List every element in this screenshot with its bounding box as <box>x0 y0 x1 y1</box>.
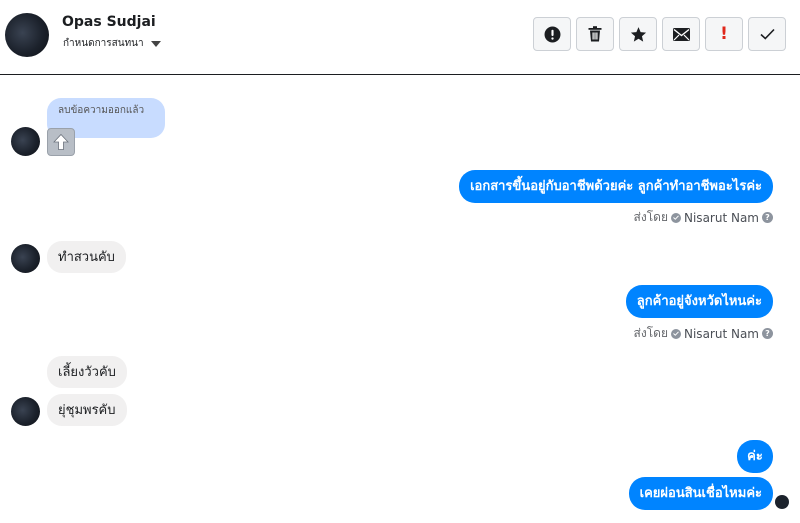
deleted-message-text: ลบข้อความออกแล้ว <box>58 105 145 116</box>
check-circle-icon <box>671 212 681 223</box>
check-icon <box>759 28 775 40</box>
sent-by-agent[interactable]: Nisarut Nam <box>684 327 759 341</box>
incoming-message: ยุ่ชุมพรคับ <box>47 394 127 426</box>
incoming-message-text: เลี้ยงวัวคับ <box>58 364 116 380</box>
sent-by-info: ส่งโดย Nisarut Nam ? <box>634 208 773 227</box>
message-thread: ลบข้อความออกแล้ว เอกสารขึ้นอยู่กับอาชีพด… <box>0 76 800 523</box>
help-icon[interactable]: ? <box>762 328 773 339</box>
trash-icon <box>588 26 602 42</box>
outgoing-message: เคยผ่อนสินเชื่อไหมค่ะ <box>628 477 773 510</box>
exclamation-circle-icon <box>544 26 560 42</box>
contact-avatar-small <box>11 244 40 273</box>
assign-conversation-dropdown[interactable]: กำหนดการสนทนา <box>63 36 161 51</box>
contact-avatar-small <box>11 397 40 426</box>
outgoing-message-text: ลูกค้าอยู่จังหวัดไหนค่ะ <box>636 294 762 309</box>
outgoing-message-text: เอกสารขึ้นอยู่กับอาชีพด้วยค่ะ ลูกค้าทำอา… <box>470 179 762 194</box>
mark-done-button[interactable] <box>748 17 786 51</box>
outgoing-message: ค่ะ <box>737 440 773 473</box>
contact-name[interactable]: Opas Sudjai <box>62 14 156 30</box>
sent-by-agent[interactable]: Nisarut Nam <box>684 211 759 225</box>
mark-urgent-button[interactable]: ! <box>705 17 743 51</box>
sent-by-info: ส่งโดย Nisarut Nam ? <box>634 324 773 343</box>
up-arrow-glyph <box>53 133 69 150</box>
caret-down-icon <box>150 40 161 47</box>
mark-spam-button[interactable] <box>533 17 571 51</box>
sent-by-label: ส่งโดย <box>633 326 668 340</box>
outgoing-message-text: เคยผ่อนสินเชื่อไหมค่ะ <box>639 486 762 501</box>
up-arrow-icon[interactable] <box>47 128 75 156</box>
delete-button[interactable] <box>576 17 614 51</box>
incoming-message-text: ทำสวนคับ <box>58 249 115 265</box>
exclamation-red-icon: ! <box>720 23 728 44</box>
envelope-icon <box>672 27 690 41</box>
contact-avatar[interactable] <box>5 13 49 57</box>
incoming-message: ทำสวนคับ <box>47 241 126 273</box>
star-icon <box>630 26 646 42</box>
conversation-header: Opas Sudjai กำหนดการสนทนา ! <box>0 0 800 75</box>
conversation-toolbar: ! <box>533 17 786 51</box>
help-icon[interactable]: ? <box>762 212 773 223</box>
star-button[interactable] <box>619 17 657 51</box>
mark-unread-button[interactable] <box>662 17 700 51</box>
assign-conversation-label: กำหนดการสนทนา <box>63 38 144 49</box>
incoming-message-text: ยุ่ชุมพรคับ <box>58 402 116 418</box>
outgoing-message-text: ค่ะ <box>747 449 763 464</box>
outgoing-message: เอกสารขึ้นอยู่กับอาชีพด้วยค่ะ ลูกค้าทำอา… <box>459 170 773 203</box>
incoming-message: เลี้ยงวัวคับ <box>47 356 127 388</box>
sent-by-label: ส่งโดย <box>633 210 668 224</box>
seen-avatar <box>775 495 789 509</box>
outgoing-message: ลูกค้าอยู่จังหวัดไหนค่ะ <box>625 285 773 318</box>
check-circle-icon <box>671 328 681 339</box>
contact-avatar-small <box>11 127 40 156</box>
